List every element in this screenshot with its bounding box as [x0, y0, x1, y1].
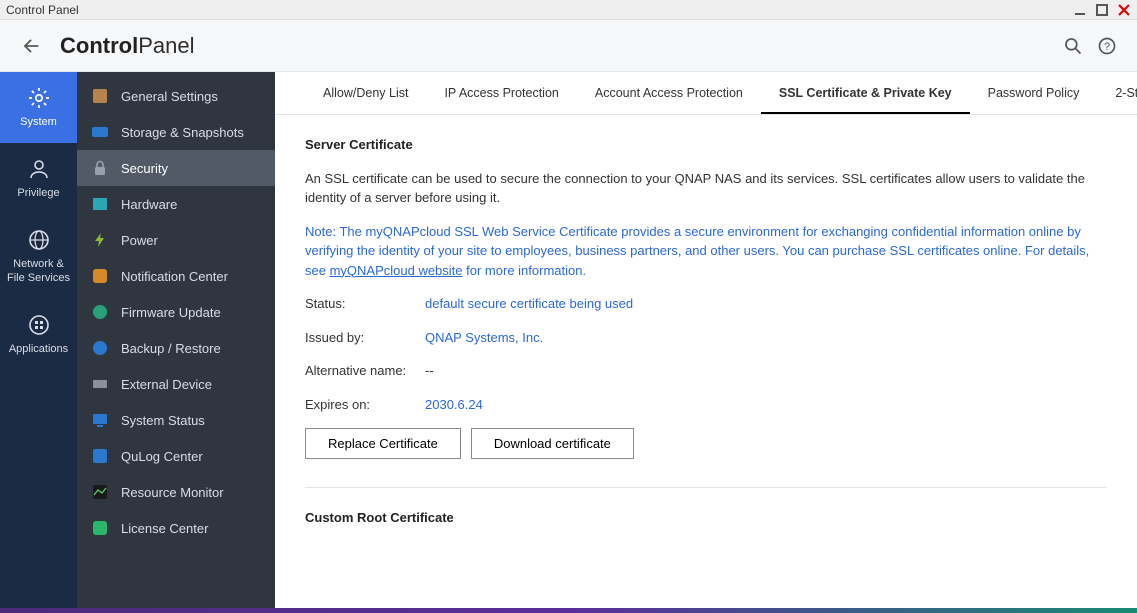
- device-icon: [91, 375, 109, 393]
- altname-row: Alternative name: --: [305, 361, 1107, 381]
- secnav-label: Resource Monitor: [121, 485, 224, 500]
- replace-certificate-button[interactable]: Replace Certificate: [305, 428, 461, 459]
- tab-content: Server Certificate An SSL certificate ca…: [275, 115, 1137, 562]
- secnav-item-external[interactable]: External Device: [77, 366, 275, 402]
- license-icon: [91, 519, 109, 537]
- hardware-icon: [91, 195, 109, 213]
- expires-row: Expires on: 2030.6.24: [305, 395, 1107, 415]
- secnav-label: Storage & Snapshots: [121, 125, 244, 140]
- secnav-item-power[interactable]: Power: [77, 222, 275, 258]
- help-button[interactable]: ?: [1097, 36, 1117, 56]
- secnav-label: Notification Center: [121, 269, 228, 284]
- secnav-item-license[interactable]: License Center: [77, 510, 275, 546]
- tab-allow-deny-list[interactable]: Allow/Deny List: [305, 72, 426, 114]
- secnav-item-general-settings[interactable]: General Settings: [77, 78, 275, 114]
- category-nav: System Privilege Network & File Services…: [0, 72, 77, 608]
- tab-password-policy[interactable]: Password Policy: [970, 72, 1098, 114]
- secnav-item-qulog[interactable]: QuLog Center: [77, 438, 275, 474]
- window-titlebar: Control Panel: [0, 0, 1137, 20]
- secnav-label: External Device: [121, 377, 212, 392]
- app-title-light: Panel: [138, 33, 194, 58]
- globe-icon: [27, 228, 51, 252]
- myqnapcloud-link[interactable]: myQNAPcloud website: [330, 263, 463, 278]
- tab-ssl-certificate[interactable]: SSL Certificate & Private Key: [761, 72, 970, 114]
- minimize-button[interactable]: [1073, 3, 1087, 17]
- secnav-label: System Status: [121, 413, 205, 428]
- download-certificate-button[interactable]: Download certificate: [471, 428, 634, 459]
- app-title-bold: Control: [60, 33, 138, 58]
- app-header: ControlPanel ?: [0, 20, 1137, 72]
- apps-icon: [27, 313, 51, 337]
- power-icon: [91, 231, 109, 249]
- altname-value: --: [425, 361, 434, 381]
- page-title: ControlPanel: [60, 33, 194, 59]
- chart-icon: [91, 483, 109, 501]
- maximize-button[interactable]: [1095, 3, 1109, 17]
- secnav-item-firmware[interactable]: Firmware Update: [77, 294, 275, 330]
- secnav-label: QuLog Center: [121, 449, 203, 464]
- note-text: Note: The myQNAPcloud SSL Web Service Ce…: [305, 222, 1107, 281]
- section-title-custom-root: Custom Root Certificate: [305, 508, 1107, 528]
- catnav-label: System: [20, 116, 57, 129]
- secnav-item-resource[interactable]: Resource Monitor: [77, 474, 275, 510]
- section-title-server-cert: Server Certificate: [305, 135, 1107, 155]
- catnav-label: Privilege: [17, 187, 59, 200]
- log-icon: [91, 447, 109, 465]
- catnav-label: Applications: [9, 343, 68, 356]
- backup-icon: [91, 339, 109, 357]
- issued-value: QNAP Systems, Inc.: [425, 328, 543, 348]
- issued-row: Issued by: QNAP Systems, Inc.: [305, 328, 1107, 348]
- secnav-label: Backup / Restore: [121, 341, 221, 356]
- server-cert-description: An SSL certificate can be used to secure…: [305, 169, 1107, 208]
- status-value: default secure certificate being used: [425, 294, 633, 314]
- secnav-label: Security: [121, 161, 168, 176]
- monitor-icon: [91, 411, 109, 429]
- section-nav: General Settings Storage & Snapshots Sec…: [77, 72, 275, 608]
- secnav-item-status[interactable]: System Status: [77, 402, 275, 438]
- tab-2-step-verification[interactable]: 2-Step Verification: [1097, 72, 1137, 114]
- catnav-item-system[interactable]: System: [0, 72, 77, 143]
- lock-icon: [91, 159, 109, 177]
- altname-label: Alternative name:: [305, 361, 425, 381]
- section-divider: [305, 487, 1107, 488]
- expires-label: Expires on:: [305, 395, 425, 415]
- secnav-label: Power: [121, 233, 158, 248]
- user-icon: [27, 157, 51, 181]
- search-button[interactable]: [1063, 36, 1083, 56]
- footer-strip: [0, 608, 1137, 613]
- storage-icon: [91, 123, 109, 141]
- status-row: Status: default secure certificate being…: [305, 294, 1107, 314]
- tab-account-access-protection[interactable]: Account Access Protection: [577, 72, 761, 114]
- secnav-item-backup[interactable]: Backup / Restore: [77, 330, 275, 366]
- gear-icon: [27, 86, 51, 110]
- secnav-item-notification[interactable]: Notification Center: [77, 258, 275, 294]
- settings-icon: [91, 87, 109, 105]
- note-suffix: for more information.: [463, 263, 587, 278]
- secnav-item-storage[interactable]: Storage & Snapshots: [77, 114, 275, 150]
- issued-label: Issued by:: [305, 328, 425, 348]
- secnav-item-security[interactable]: Security: [77, 150, 275, 186]
- status-label: Status:: [305, 294, 425, 314]
- secnav-item-hardware[interactable]: Hardware: [77, 186, 275, 222]
- secnav-label: Hardware: [121, 197, 177, 212]
- catnav-item-privilege[interactable]: Privilege: [0, 143, 77, 214]
- back-button[interactable]: [20, 35, 42, 57]
- expires-value: 2030.6.24: [425, 395, 483, 415]
- tab-ip-access-protection[interactable]: IP Access Protection: [426, 72, 576, 114]
- update-icon: [91, 303, 109, 321]
- secnav-label: License Center: [121, 521, 208, 536]
- tabs: Allow/Deny List IP Access Protection Acc…: [275, 72, 1137, 115]
- secnav-label: General Settings: [121, 89, 218, 104]
- svg-text:?: ?: [1104, 41, 1110, 53]
- secnav-label: Firmware Update: [121, 305, 221, 320]
- close-button[interactable]: [1117, 3, 1131, 17]
- bell-icon: [91, 267, 109, 285]
- main-panel: Allow/Deny List IP Access Protection Acc…: [275, 72, 1137, 608]
- window-controls: [1073, 3, 1131, 17]
- catnav-item-applications[interactable]: Applications: [0, 299, 77, 370]
- catnav-item-network[interactable]: Network & File Services: [0, 214, 77, 298]
- window-title: Control Panel: [6, 3, 79, 17]
- catnav-label: Network & File Services: [4, 258, 73, 284]
